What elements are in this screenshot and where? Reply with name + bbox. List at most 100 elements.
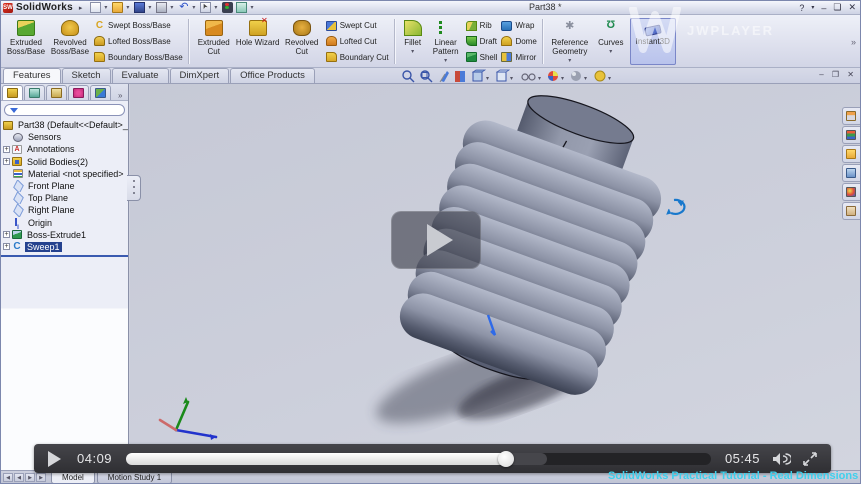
extruded-cut-button[interactable]: Extruded Cut [192, 17, 236, 66]
help-button[interactable]: ? [799, 3, 804, 13]
video-caption-link[interactable]: SolidWorks Practical Tutorial - Real Dim… [608, 470, 861, 482]
revolved-cut-button[interactable]: Revolved Cut [280, 17, 324, 66]
dimxpertmanager-tab[interactable] [68, 85, 89, 100]
lofted-cut-button[interactable]: Lofted Cut [326, 34, 389, 48]
help-caret[interactable]: ▾ [811, 4, 814, 11]
linear-pattern-caret[interactable]: ▾ [444, 57, 447, 64]
tab-model[interactable]: Model [51, 472, 95, 484]
tree-item-origin[interactable]: +Origin [1, 217, 128, 229]
print-caret[interactable]: ▾ [170, 4, 173, 11]
curves-button[interactable]: Curves ▾ [594, 17, 628, 66]
configurationmanager-tab[interactable] [46, 85, 67, 100]
video-play-overlay-button[interactable] [391, 211, 481, 269]
reference-geometry-button[interactable]: Reference Geometry ▾ [546, 17, 594, 66]
menu-expand-arrow[interactable]: ▸ [79, 4, 83, 12]
play-button[interactable] [48, 451, 61, 467]
maximize-button[interactable]: ❏ [833, 2, 841, 13]
tree-item-material[interactable]: +Material <not specified> [1, 168, 128, 180]
solidworks-resources-tab[interactable] [842, 107, 860, 125]
tree-filter-input[interactable] [4, 104, 125, 116]
new-document-icon[interactable] [90, 2, 101, 13]
tab-sketch[interactable]: Sketch [62, 68, 111, 83]
print-icon[interactable] [156, 2, 167, 13]
wrap-button[interactable]: Wrap [501, 19, 536, 33]
fillet-caret[interactable]: ▾ [411, 48, 414, 55]
volume-icon[interactable] [772, 452, 791, 466]
tree-item-right-plane[interactable]: +Right Plane [1, 204, 128, 216]
shell-button[interactable]: Shell [466, 50, 498, 64]
instant3d-button[interactable]: Instant3D [630, 18, 676, 65]
scroll-next-icon[interactable]: ▶ [25, 473, 35, 482]
dome-button[interactable]: Dome [501, 34, 536, 48]
revolved-boss-base-button[interactable]: Revolved Boss/Base [48, 17, 92, 66]
seek-bar[interactable] [126, 453, 711, 465]
custom-properties-tab[interactable] [842, 202, 860, 220]
expander-icon[interactable]: + [3, 231, 10, 238]
extruded-boss-base-button[interactable]: Extruded Boss/Base [4, 17, 48, 66]
tab-office-products[interactable]: Office Products [230, 68, 315, 83]
propertymanager-tab[interactable] [24, 85, 45, 100]
document-window-controls[interactable]: – ❐ ✕ [819, 70, 857, 79]
draft-button[interactable]: Draft [466, 34, 498, 48]
rebuild-icon[interactable] [222, 2, 233, 13]
tree-item-sweep1[interactable]: +Sweep1 [1, 241, 128, 253]
headsup-view-toolbar[interactable]: ▾ ▾ ▾ ▾ ▾ ▾ [401, 69, 631, 89]
hole-wizard-button[interactable]: Hole Wizard [236, 17, 280, 66]
curves-caret[interactable]: ▾ [609, 48, 612, 55]
boundary-cut-button[interactable]: Boundary Cut [326, 50, 389, 64]
fullscreen-icon[interactable] [803, 452, 817, 466]
fillet-button[interactable]: Fillet ▾ [398, 17, 428, 66]
rib-button[interactable]: Rib [466, 19, 498, 33]
expander-icon[interactable]: + [3, 158, 10, 165]
displaymanager-tab[interactable] [90, 85, 111, 100]
minimize-button[interactable]: – [821, 3, 826, 13]
featuremanager-tree-tab[interactable] [2, 85, 23, 100]
options-caret[interactable]: ▾ [250, 4, 253, 11]
expander-icon[interactable]: + [3, 146, 10, 153]
lofted-boss-base-button[interactable]: Lofted Boss/Base [94, 34, 183, 48]
close-button[interactable]: ✕ [848, 2, 856, 13]
mirror-button[interactable]: Mirror [501, 50, 536, 64]
panel-splitter-handle[interactable] [127, 175, 141, 201]
seek-knob[interactable] [498, 451, 514, 467]
tree-item-solid-bodies[interactable]: +Solid Bodies(2) [1, 156, 128, 168]
undo-icon[interactable]: ↶ [178, 2, 189, 13]
tree-item-top-plane[interactable]: +Top Plane [1, 192, 128, 204]
tree-item-boss-extrude1[interactable]: +Boss-Extrude1 [1, 229, 128, 241]
dome-icon [501, 36, 512, 46]
undo-caret[interactable]: ▾ [192, 4, 195, 11]
linear-pattern-button[interactable]: Linear Pattern ▾ [428, 17, 464, 66]
tab-dimxpert[interactable]: DimXpert [170, 68, 230, 83]
tree-item-part[interactable]: +Part38 (Default<<Default>_Displ [1, 119, 128, 131]
file-explorer-tab[interactable] [842, 145, 860, 163]
save-caret[interactable]: ▾ [148, 4, 151, 11]
scroll-first-icon[interactable]: ◀ [3, 473, 13, 482]
toolbar-overflow-chevron[interactable]: » [851, 37, 856, 47]
save-icon[interactable] [134, 2, 145, 13]
open-icon[interactable] [112, 2, 123, 13]
tree-item-sensors[interactable]: +Sensors [1, 131, 128, 143]
swept-cut-button[interactable]: Swept Cut [326, 19, 389, 33]
scroll-prev-icon[interactable]: ◀ [14, 473, 24, 482]
select-caret[interactable]: ▾ [214, 4, 217, 11]
tree-item-annotations[interactable]: +Annotations [1, 143, 128, 155]
expander-icon[interactable]: + [3, 243, 10, 250]
tab-evaluate[interactable]: Evaluate [112, 68, 169, 83]
options-icon[interactable] [236, 2, 247, 13]
open-caret[interactable]: ▾ [126, 4, 129, 11]
select-cursor-icon[interactable] [200, 2, 211, 13]
view-palette-tab[interactable] [842, 164, 860, 182]
graphics-viewport[interactable] [130, 84, 861, 471]
scroll-last-icon[interactable]: ▶ [36, 473, 46, 482]
panel-more-chevron[interactable]: » [118, 91, 122, 100]
tab-features[interactable]: Features [3, 68, 61, 83]
boundary-boss-base-button[interactable]: Boundary Boss/Base [94, 50, 183, 64]
refgeo-caret[interactable]: ▾ [568, 57, 571, 64]
new-caret[interactable]: ▾ [104, 4, 107, 11]
appearances-tab[interactable] [842, 183, 860, 201]
swept-boss-base-button[interactable]: Swept Boss/Base [94, 19, 183, 33]
tree-item-front-plane[interactable]: +Front Plane [1, 180, 128, 192]
design-library-tab[interactable] [842, 126, 860, 144]
tab-motion-study[interactable]: Motion Study 1 [97, 472, 172, 484]
revolved-cut-icon [293, 20, 311, 36]
